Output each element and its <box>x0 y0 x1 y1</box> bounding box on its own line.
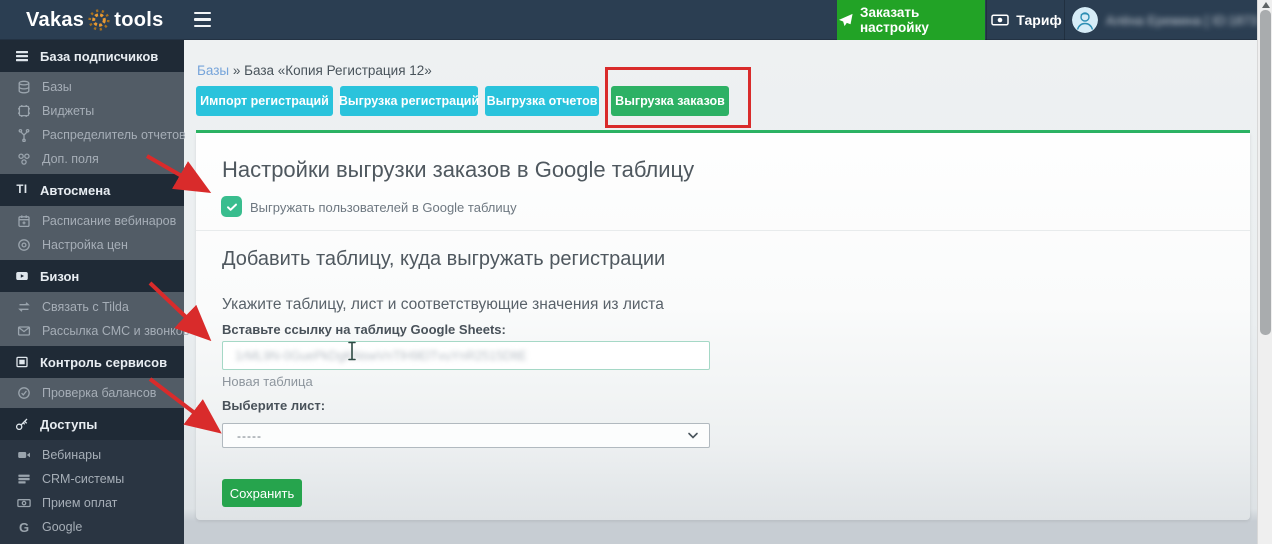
tariff-button[interactable]: Тариф <box>990 0 1062 40</box>
sidebar-item-google[interactable]: G Google <box>0 515 184 539</box>
section-title: Добавить таблицу, куда выгружать регистр… <box>222 248 666 270</box>
envelope-icon <box>16 324 32 338</box>
order-setup-button[interactable]: Заказать настройку <box>837 0 985 40</box>
sidebar-item-crm[interactable]: CRM-системы <box>0 467 184 491</box>
breadcrumb-bases-link[interactable]: Базы <box>197 63 229 78</box>
sheets-url-value: 1rML9N-0GuePkDgKNswVnTlH9ElTvuYnR2515Dlt… <box>235 348 527 363</box>
sidebar: База подписчиков Базы Виджеты Распредели… <box>0 40 189 544</box>
tab-import-registrations[interactable]: Импорт регистраций <box>196 86 333 116</box>
tab-export-reports[interactable]: Выгрузка отчетов <box>485 86 599 116</box>
app-logo[interactable]: Vakas tools <box>26 0 164 40</box>
sheets-url-input[interactable]: 1rML9N-0GuePkDgKNswVnTlH9ElTvuYnR2515Dlt… <box>222 341 710 370</box>
tab-export-orders[interactable]: Выгрузка заказов <box>611 86 729 116</box>
section-hint: Укажите таблицу, лист и соответствующие … <box>222 296 664 313</box>
save-button[interactable]: Сохранить <box>222 479 302 507</box>
tariff-banknote-icon <box>990 13 1009 27</box>
sidebar-item-webinar-schedule[interactable]: Расписание вебинаров <box>0 209 184 233</box>
sidebar-item-sms-calls[interactable]: Рассылка СМС и звонков <box>0 319 189 343</box>
section-divider <box>196 230 1250 231</box>
header-divider <box>986 0 987 40</box>
sidebar-item-webinars[interactable]: Вебинары <box>0 443 184 467</box>
breadcrumb-current: » База «Копия Регистрация 12» <box>232 63 432 78</box>
logo-text-2: tools <box>114 8 164 31</box>
tab-export-registrations[interactable]: Выгрузка регистраций <box>339 86 479 116</box>
sheet-select-label: Выберите лист: <box>222 398 326 413</box>
header-divider <box>1064 0 1065 40</box>
sidebar-group: Проверка балансов <box>0 378 184 408</box>
key-icon <box>14 417 30 431</box>
calendar-icon <box>16 214 32 228</box>
sidebar-item-payments[interactable]: Прием оплат <box>0 491 184 515</box>
video-camera-icon <box>16 448 32 462</box>
sidebar-group: Базы Виджеты Распределитель отчетов Доп.… <box>0 72 186 174</box>
google-g-icon: G <box>18 519 30 535</box>
export-users-checkbox[interactable] <box>221 196 242 217</box>
logo-text-1: Vakas <box>26 8 85 31</box>
user-avatar[interactable] <box>1072 7 1098 33</box>
swap-arrows-icon <box>16 300 32 314</box>
subscribers-list-icon <box>14 49 30 63</box>
sidebar-item-service-control[interactable]: Контроль сервисов <box>0 346 184 378</box>
sidebar-group: Вебинары CRM-системы Прием оплат G Googl… <box>0 440 184 542</box>
sheet-select[interactable]: ----- <box>222 423 710 448</box>
sidebar-item-access[interactable]: Доступы <box>0 408 184 440</box>
crm-list-icon <box>16 472 32 486</box>
breadcrumb: Базы » База «Копия Регистрация 12» <box>197 63 432 78</box>
sidebar-item-subscriber-base[interactable]: База подписчиков <box>0 40 184 72</box>
database-icon <box>16 80 32 94</box>
sidebar-item-autoswap[interactable]: TI Автосмена <box>0 174 184 206</box>
user-name-label[interactable]: Алёна Еремина [ ID:1873 ] <box>1106 13 1265 28</box>
checkmark-icon <box>226 203 237 211</box>
export-users-checkbox-label: Выгружать пользователей в Google таблицу <box>250 200 517 215</box>
sidebar-item-tilda-link[interactable]: Связать с Tilda <box>0 295 184 319</box>
logo-gear-icon <box>86 8 112 32</box>
widgets-icon <box>16 104 32 118</box>
sidebar-item-widgets[interactable]: Виджеты <box>0 99 184 123</box>
top-header-bar: Vakas tools Заказать настройку Тариф Алё… <box>0 0 1265 40</box>
sidebar-group: Расписание вебинаров Настройка цен <box>0 206 184 260</box>
chevron-down-icon <box>688 432 698 439</box>
branch-icon <box>16 128 32 142</box>
extra-fields-icon <box>16 152 32 166</box>
paper-plane-icon <box>837 13 853 28</box>
sidebar-item-balance-check[interactable]: Проверка балансов <box>0 381 184 405</box>
banknote-icon <box>16 496 32 510</box>
hamburger-menu-icon[interactable] <box>194 12 211 27</box>
new-table-link[interactable]: Новая таблица <box>222 374 313 389</box>
check-circle-icon <box>16 386 32 400</box>
sheets-url-label: Вставьте ссылку на таблицу Google Sheets… <box>222 322 506 337</box>
video-play-icon <box>14 269 30 283</box>
sidebar-item-report-distributor[interactable]: Распределитель отчетов <box>0 123 186 147</box>
page-scrollbar <box>1257 0 1272 544</box>
autoswap-icon: TI <box>16 184 28 196</box>
sidebar-item-bases[interactable]: Базы <box>0 75 184 99</box>
scroll-up-icon[interactable] <box>1261 2 1270 8</box>
page-title: Настройки выгрузки заказов в Google табл… <box>222 157 695 182</box>
sidebar-item-bizon[interactable]: Бизон <box>0 260 184 292</box>
coin-icon <box>16 238 32 252</box>
sheet-select-value: ----- <box>237 428 262 443</box>
sidebar-item-extra-fields[interactable]: Доп. поля <box>0 147 184 171</box>
sidebar-group: Связать с Tilda Рассылка СМС и звонков <box>0 292 189 346</box>
app-window: Vakas tools Заказать настройку Тариф Алё… <box>0 0 1272 544</box>
monitor-icon <box>14 355 30 369</box>
scrollbar-thumb[interactable] <box>1260 10 1271 335</box>
sidebar-item-pricing[interactable]: Настройка цен <box>0 233 184 257</box>
